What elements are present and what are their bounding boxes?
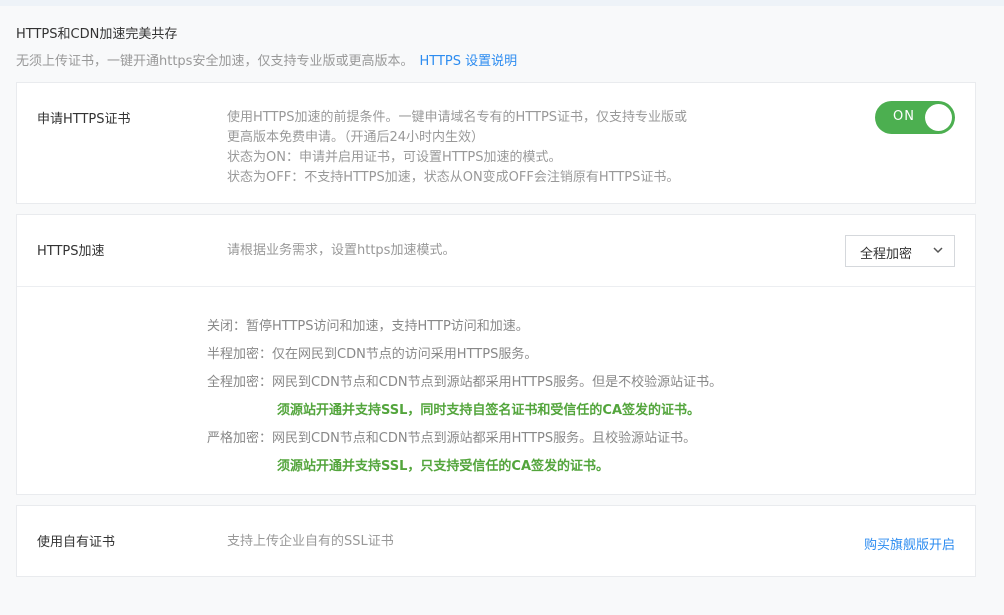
- accel-mode-select[interactable]: 全程加密: [845, 235, 955, 267]
- https-help-link[interactable]: HTTPS 设置说明: [419, 54, 517, 69]
- mode-strict-text: 严格加密：网民到CDN节点和CDN节点到源站都采用HTTPS服务。且校验源站证书…: [207, 431, 697, 446]
- toggle-knob: [925, 104, 952, 131]
- desc-line: 状态为OFF：不支持HTTPS加速，状态从ON变成OFF会注销原有HTTPS证书…: [227, 170, 680, 185]
- accel-mode-value: 全程加密: [860, 247, 913, 262]
- own-cert-description: 支持上传企业自有的SSL证书: [227, 534, 394, 549]
- toggle-state-label: ON: [893, 109, 915, 124]
- mode-strict-note: 须源站开通并支持SSL，只支持受信任的CA签发的证书。: [277, 459, 610, 474]
- apply-cert-description: 使用HTTPS加速的前提条件。一键申请域名专有的HTTPS证书，仅支持专业版或 …: [227, 108, 687, 188]
- subtitle-text: 无须上传证书，一键开通https安全加速，仅支持专业版或更高版本。: [16, 54, 414, 69]
- mode-full-note: 须源站开通并支持SSL，同时支持自签名证书和受信任的CA签发的证书。: [277, 403, 701, 418]
- section-subtitle: 无须上传证书，一键开通https安全加速，仅支持专业版或更高版本。 HTTPS 设…: [16, 53, 517, 71]
- buy-flagship-link[interactable]: 购买旗舰版开启: [864, 534, 955, 553]
- apply-cert-label: 申请HTTPS证书: [37, 112, 131, 127]
- own-cert-card: 使用自有证书 支持上传企业自有的SSL证书 购买旗舰版开启: [16, 505, 976, 577]
- chevron-down-icon: [933, 247, 943, 254]
- https-accel-description: 请根据业务需求，设置https加速模式。: [227, 243, 456, 258]
- section-header: HTTPS和CDN加速完美共存 无须上传证书，一键开通https安全加速，仅支持…: [16, 26, 517, 71]
- apply-cert-card: 申请HTTPS证书 使用HTTPS加速的前提条件。一键申请域名专有的HTTPS证…: [16, 82, 976, 204]
- mode-full-text: 全程加密：网民到CDN节点和CDN节点到源站都采用HTTPS服务。但是不校验源站…: [207, 375, 723, 390]
- desc-line: 使用HTTPS加速的前提条件。一键申请域名专有的HTTPS证书，仅支持专业版或: [227, 110, 688, 125]
- desc-line: 状态为ON：申请并启用证书，可设置HTTPS加速的模式。: [227, 150, 562, 165]
- accel-mode-explanations: 关闭：暂停HTTPS访问和加速，支持HTTP访问和加速。 半程加密：仅在网民到C…: [207, 313, 722, 481]
- mode-off-text: 关闭：暂停HTTPS访问和加速，支持HTTP访问和加速。: [207, 319, 529, 334]
- https-accel-label: HTTPS加速: [37, 244, 105, 259]
- https-accel-card: HTTPS加速 请根据业务需求，设置https加速模式。 全程加密 关闭：暂停H…: [16, 214, 976, 495]
- accel-card-divider: [17, 286, 975, 287]
- top-strip: [0, 0, 1004, 6]
- desc-line: 更高版本免费申请。（开通后24小时内生效）: [227, 130, 485, 145]
- mode-half-text: 半程加密：仅在网民到CDN节点的访问采用HTTPS服务。: [207, 347, 538, 362]
- https-cert-toggle[interactable]: ON: [875, 101, 955, 134]
- section-title: HTTPS和CDN加速完美共存: [16, 27, 178, 42]
- own-cert-label: 使用自有证书: [37, 535, 116, 550]
